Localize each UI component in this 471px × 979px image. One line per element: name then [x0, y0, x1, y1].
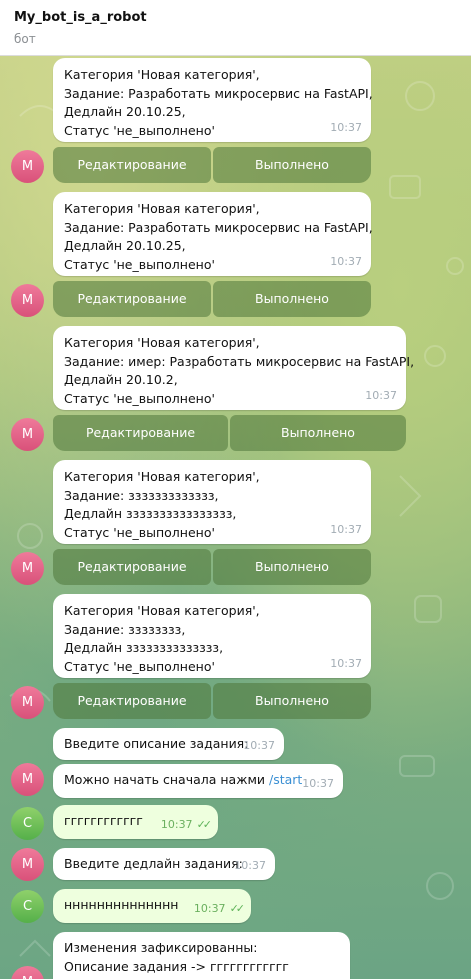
message-line: Дедлайн 20.10.25,	[64, 104, 186, 119]
inline-keyboard: Редактирование Выполнено	[53, 683, 371, 719]
message-time: 10:37	[330, 656, 362, 670]
message-bubble: Категория 'Новая категория', Задание: Ра…	[53, 192, 373, 276]
message-bubble: гггггггггггг 10:37 ✓✓	[53, 805, 218, 839]
message-time: 10:37	[234, 858, 266, 872]
avatar[interactable]: M	[11, 418, 44, 451]
message-line: Статус 'не_выполнено'	[64, 524, 215, 540]
message-line: Категория 'Новая категория',	[64, 201, 260, 216]
done-button[interactable]: Выполнено	[213, 549, 371, 585]
message-line: Статус 'не_выполнено'	[64, 122, 215, 138]
message-line: Задание: Разработать микросервис на Fast…	[64, 85, 373, 101]
message-line: Задание: имер: Разработать микросервис н…	[64, 353, 415, 369]
avatar[interactable]: M	[11, 848, 44, 881]
edit-button[interactable]: Редактирование	[53, 147, 211, 183]
message-bubble: Категория 'Новая категория', Задание: Ра…	[53, 58, 373, 142]
message-line: Задание: зззззззз,	[64, 621, 186, 637]
message-time: 10:37	[302, 776, 334, 790]
message-line: Категория 'Новая категория',	[64, 603, 260, 618]
double-check-icon: ✓✓	[229, 901, 246, 915]
message-time: 10:37	[193, 901, 226, 915]
message-bubble: Изменения зафиксированны: Описание задан…	[53, 932, 350, 979]
edit-button[interactable]: Редактирование	[53, 415, 228, 451]
inline-keyboard: Редактирование Выполнено	[53, 281, 371, 317]
avatar[interactable]: M	[11, 552, 44, 585]
inline-keyboard: Редактирование Выполнено	[53, 147, 371, 183]
avatar[interactable]: C	[11, 890, 44, 923]
done-button[interactable]: Выполнено	[213, 281, 371, 317]
message-bubble: Категория 'Новая категория', Задание: зз…	[53, 460, 371, 544]
done-button[interactable]: Выполнено	[213, 683, 371, 719]
edit-button[interactable]: Редактирование	[53, 683, 211, 719]
chat-title[interactable]: My_bot_is_a_robot	[14, 10, 147, 25]
avatar[interactable]: M	[11, 686, 44, 719]
message-line: Статус 'не_выполнено'	[64, 256, 215, 272]
message-line: Категория 'Новая категория',	[64, 335, 260, 350]
avatar[interactable]: M	[11, 284, 44, 317]
chat-subtitle: бот	[14, 32, 36, 46]
chat-header[interactable]: My_bot_is_a_robot бот	[0, 0, 471, 56]
message-time: 10:37	[330, 120, 362, 134]
done-button[interactable]: Выполнено	[213, 147, 371, 183]
message-bubble: Категория 'Новая категория', Задание: им…	[53, 326, 415, 410]
done-button[interactable]: Выполнено	[230, 415, 406, 451]
edit-button[interactable]: Редактирование	[53, 549, 211, 585]
double-check-icon: ✓✓	[196, 817, 213, 831]
avatar[interactable]: M	[11, 763, 44, 796]
message-bubble: Категория 'Новая категория', Задание: зз…	[53, 594, 371, 678]
inline-keyboard: Редактирование Выполнено	[53, 415, 406, 451]
message-line: Дедлайн зззззззззззззз,	[64, 640, 224, 655]
inline-keyboard: Редактирование Выполнено	[53, 549, 371, 585]
avatar[interactable]: M	[11, 150, 44, 183]
message-time: 10:37	[365, 388, 397, 402]
message-text: Можно начать сначала нажми	[64, 772, 266, 787]
message-line: Статус 'не_выполнено'	[64, 390, 215, 406]
message-line: Задание: Разработать микросервис на Fast…	[64, 219, 373, 235]
message-time: 10:37	[243, 738, 275, 752]
message-bubble: Можно начать сначала нажми /start 10:37	[53, 764, 343, 798]
message-line: Задание: ззззззззззззз,	[64, 487, 219, 503]
message-line: Дедлайн зззззззззззззззз,	[64, 506, 237, 521]
message-line: Изменения зафиксированны:	[64, 940, 258, 955]
message-bubble: Введите дедлайн задания: 10:37	[53, 848, 275, 880]
message-list[interactable]: Категория 'Новая категория', Задание: Ра…	[0, 56, 471, 979]
message-line: Описание задания -> гггггггггггг	[64, 958, 289, 974]
message-line: Дедлайн 20.10.25,	[64, 238, 186, 253]
message-line: Категория 'Новая категория',	[64, 469, 260, 484]
edit-button[interactable]: Редактирование	[53, 281, 211, 317]
message-bubble: нннннннннннннн 10:37 ✓✓	[53, 889, 251, 923]
message-line: Дедлайн 20.10.2,	[64, 372, 178, 387]
message-time: 10:37	[330, 522, 362, 536]
message-bubble: Введите описание задания: 10:37	[53, 728, 284, 760]
message-line: Категория 'Новая категория',	[64, 67, 260, 82]
message-time: 10:37	[330, 254, 362, 268]
message-time: 10:37	[160, 817, 193, 831]
start-command-link[interactable]: /start	[269, 772, 302, 787]
message-line: Статус 'не_выполнено'	[64, 658, 215, 674]
avatar[interactable]: C	[11, 807, 44, 840]
